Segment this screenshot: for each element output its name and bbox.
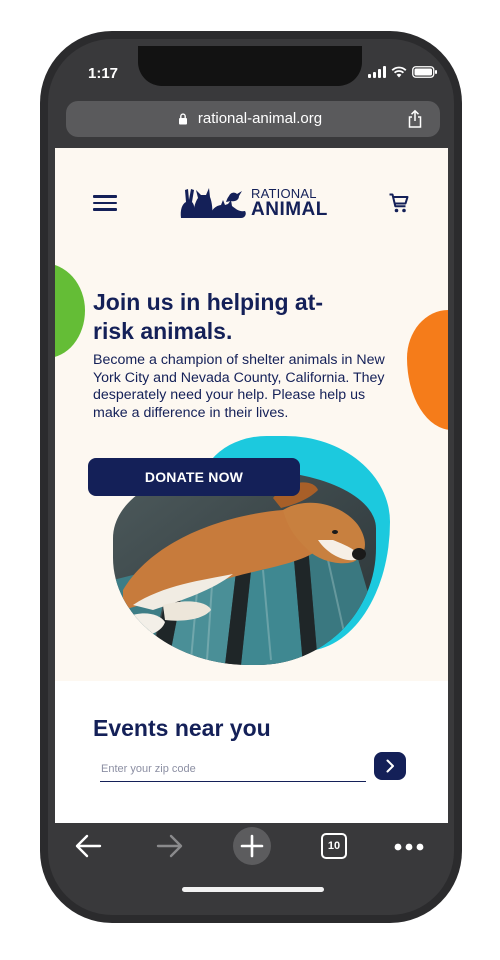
- more-dots-icon[interactable]: [393, 842, 425, 852]
- zip-code-input[interactable]: [100, 759, 366, 782]
- site-logo[interactable]: RATIONAL ANIMAL: [179, 184, 331, 220]
- events-title: Events near you: [93, 715, 271, 741]
- forward-arrow-icon[interactable]: [155, 832, 185, 860]
- donate-now-button[interactable]: DONATE NOW: [88, 458, 300, 496]
- url-text: rational-animal.org: [197, 110, 323, 127]
- wifi-icon: [391, 66, 407, 78]
- tab-count-label: 10: [327, 840, 341, 852]
- menu-icon[interactable]: [93, 195, 117, 211]
- browser-toolbar: 10: [40, 823, 462, 873]
- address-bar[interactable]: rational-animal.org: [66, 101, 440, 137]
- logo-line-2: ANIMAL: [251, 199, 328, 220]
- share-icon[interactable]: [406, 109, 424, 129]
- status-time: 1:17: [88, 65, 119, 82]
- events-section: Events near you: [55, 681, 448, 823]
- green-decorative-blob: [55, 263, 85, 358]
- animal-silhouettes-logo-icon: [180, 188, 246, 218]
- phone-notch: [138, 46, 362, 86]
- hero-section: RATIONAL ANIMAL Join us in helping at-ri…: [55, 148, 448, 681]
- orange-decorative-blob: [407, 310, 448, 430]
- battery-icon: [412, 66, 437, 78]
- hero-body-text: Become a champion of shelter animals in …: [93, 352, 385, 421]
- web-page: RATIONAL ANIMAL Join us in helping at-ri…: [55, 148, 448, 823]
- zip-submit-button[interactable]: [374, 752, 406, 780]
- tab-count-button[interactable]: 10: [321, 833, 347, 859]
- cellular-signal-icon: [368, 66, 386, 78]
- back-arrow-icon[interactable]: [73, 832, 103, 860]
- logo-wordmark: RATIONAL ANIMAL: [251, 187, 328, 219]
- plus-icon[interactable]: [233, 827, 271, 865]
- hero-headline: Join us in helping at-risk animals.: [93, 289, 323, 344]
- chevron-right-icon: [386, 759, 394, 773]
- status-icons: [368, 66, 438, 78]
- home-indicator[interactable]: [182, 887, 324, 892]
- cart-icon[interactable]: [388, 192, 410, 214]
